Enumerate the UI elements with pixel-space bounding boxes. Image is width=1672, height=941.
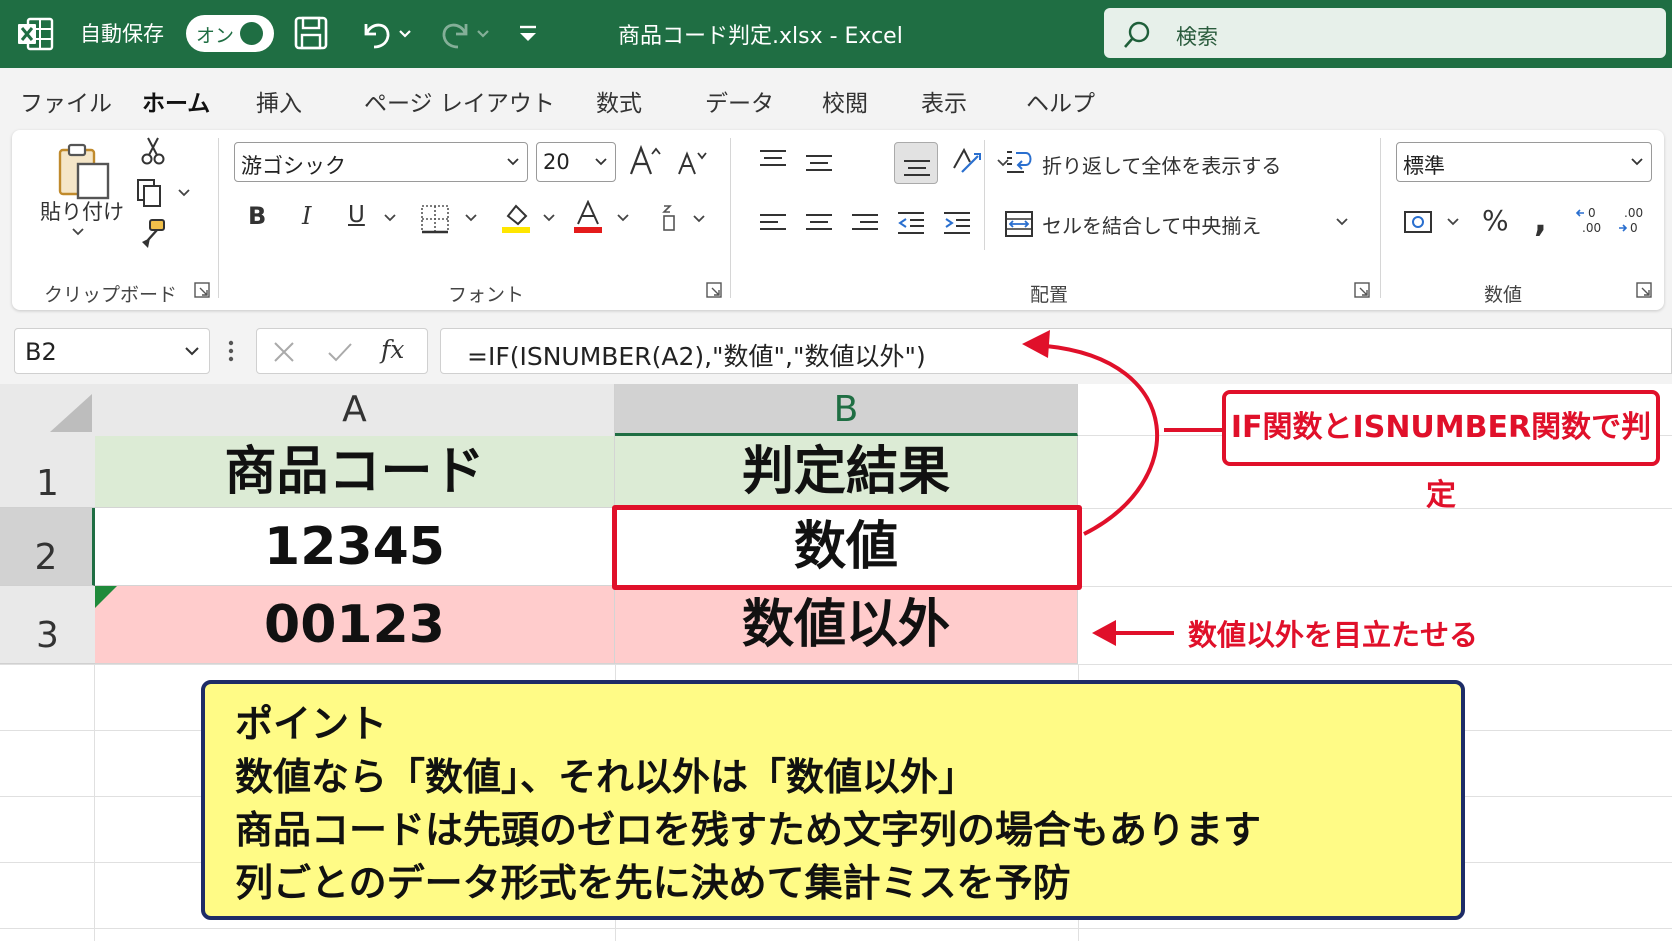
formula-callout: IF関数とISNUMBER関数で判定 <box>1222 390 1660 513</box>
highlight-note: 数値以外を目立たせる <box>1188 618 1479 652</box>
point-line-1: 数値なら「数値」、それ以外は「数値以外」 <box>235 755 977 799</box>
point-line-2: 商品コードは先頭のゼロを残すため文字列の場合もあります <box>235 808 1262 852</box>
point-heading: ポイント <box>235 702 388 746</box>
point-box: ポイント 数値なら「数値」、それ以外は「数値以外」 商品コードは先頭のゼロを残す… <box>201 680 1465 920</box>
point-line-3: 列ごとのデータ形式を先に決めて集計ミスを予防 <box>235 861 1071 905</box>
